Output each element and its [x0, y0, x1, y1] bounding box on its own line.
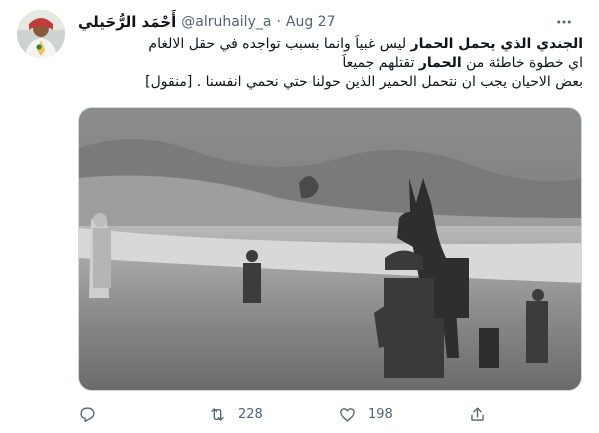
heart-icon[interactable]: [338, 405, 357, 424]
avatar-image: [17, 10, 65, 58]
tweet-photo[interactable]: [78, 107, 582, 391]
tweet-text-rest-1: ليس غبياً وانما بسبب تواجده في حقل الالغ…: [148, 36, 411, 52]
photo-soldiers-donkey: [79, 108, 581, 390]
share-button[interactable]: [468, 405, 508, 424]
retweet-count: 228: [238, 406, 263, 422]
avatar[interactable]: [17, 10, 65, 58]
share-icon[interactable]: [468, 405, 487, 424]
like-button[interactable]: 198: [338, 405, 438, 424]
tweet-text-line-1: الجندي الذي يحمل الحمار ليس غبياً وانما …: [78, 35, 583, 54]
retweet-icon[interactable]: [208, 405, 227, 424]
like-count: 198: [368, 406, 393, 422]
tweet-text-part-2b: تقتلهم جميعاً: [342, 55, 419, 71]
tweet-text-bold-2: الحمار: [418, 55, 462, 71]
tweet-header: أَحْمَد الرُّحَيلي @alruhaily_a · Aug 27: [78, 11, 583, 33]
tweet[interactable]: أَحْمَد الرُّحَيلي @alruhaily_a · Aug 27…: [0, 0, 599, 433]
reply-icon[interactable]: [78, 405, 97, 424]
tweet-actions: 228 198: [78, 400, 508, 428]
tweet-text-part-2a: اي خطوة خاطئة من: [461, 55, 583, 71]
tweet-text: الجندي الذي يحمل الحمار ليس غبياً وانما …: [78, 35, 583, 92]
tweet-text-line-2: اي خطوة خاطئة من الحمار تقتلهم جميعاً: [78, 54, 583, 73]
separator-dot: ·: [276, 14, 281, 30]
author-display-name[interactable]: أَحْمَد الرُّحَيلي: [78, 13, 176, 31]
tweet-text-bold-1: الجندي الذي يحمل الحمار: [410, 36, 583, 52]
tweet-text-line-3: بعض الاحيان يجب ان نتحمل الحمير الذين حو…: [145, 74, 583, 90]
author-handle[interactable]: @alruhaily_a: [181, 14, 271, 30]
reply-button[interactable]: [78, 405, 178, 424]
retweet-button[interactable]: 228: [208, 405, 308, 424]
more-options-icon[interactable]: [553, 11, 575, 33]
tweet-date[interactable]: Aug 27: [286, 14, 336, 30]
